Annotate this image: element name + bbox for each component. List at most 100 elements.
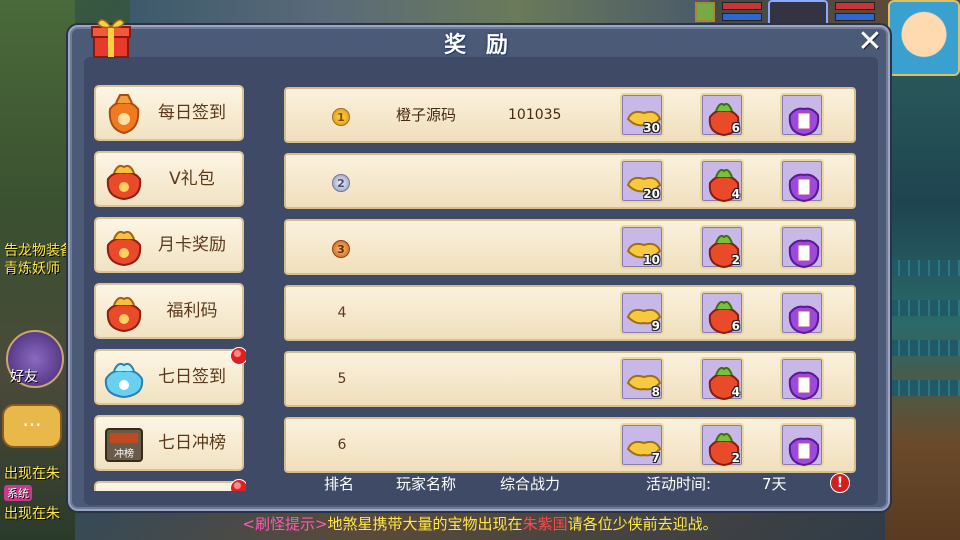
reward-item-slot[interactable]: 2: [700, 423, 744, 467]
reward-item-slot[interactable]: 7: [620, 423, 664, 467]
orange-bag-icon: [108, 94, 140, 135]
player-avatar[interactable]: [888, 0, 960, 76]
player-power: 101035: [508, 107, 562, 123]
reward-category-sidebar: 每日签到 V礼包 月卡奖励 福利码 七日签到 冲榜 七日冲榜: [94, 55, 246, 491]
reward-item-slot[interactable]: 6: [700, 93, 744, 137]
item-count: 30: [643, 121, 660, 135]
mp-bar: [835, 13, 875, 21]
reward-item-slot[interactable]: 10: [620, 225, 664, 269]
scene-right-edge: [885, 60, 960, 540]
item-count: 9: [651, 319, 660, 333]
hp-bar: [835, 2, 875, 10]
reward-item-slot[interactable]: [780, 225, 824, 269]
ranking-chest-label: 冲榜: [114, 447, 134, 460]
item-count: 2: [731, 451, 740, 465]
item-count: 4: [731, 187, 740, 201]
sidebar-item-monthly-card[interactable]: 月卡奖励: [94, 217, 244, 273]
sidebar-item-vip-pack[interactable]: V礼包: [94, 151, 244, 207]
roof-tile-decoration: [890, 340, 960, 356]
reward-item-slot[interactable]: [780, 291, 824, 335]
rank-medal-gold: 1: [332, 108, 350, 126]
player-name: 橙子源码: [396, 106, 457, 124]
info-warning-icon[interactable]: !: [830, 473, 850, 493]
chat-line: 出现在朱: [4, 466, 60, 482]
minimap-toggle-button[interactable]: [695, 2, 715, 22]
rank-number: 4: [337, 305, 347, 321]
item-count: 10: [643, 253, 660, 267]
left-scene-text: 青炼妖师: [4, 261, 60, 277]
sidebar-item-label: 七日签到: [158, 367, 226, 387]
reward-item-slot[interactable]: [780, 159, 824, 203]
reward-dialog: 奖 励 ✕ 每日签到 V礼包 月卡奖励 福利码 七日签到 冲榜 七日冲榜 1 橙…: [68, 25, 890, 511]
broadcast-location-link[interactable]: 朱紫国: [523, 515, 568, 533]
rank-number: 5: [337, 371, 347, 387]
ranking-chest-icon: 冲榜: [105, 428, 143, 462]
rank-medal-bronze: 3: [332, 240, 350, 258]
reward-item-slot[interactable]: 4: [700, 357, 744, 401]
sidebar-item-label: 福利码: [166, 301, 218, 321]
ranking-row: 2 20 4: [284, 153, 856, 209]
ranking-row: 1 橙子源码 101035 30 6: [284, 87, 856, 143]
purple-scroll-bag-icon: [788, 371, 820, 401]
broadcast-text: 地煞星携带大量的宝物出现在: [327, 515, 523, 533]
player-status-bars: [835, 2, 875, 24]
sidebar-item-label: V礼包: [169, 169, 215, 189]
ranking-footer: 排名 玩家名称 综合战力 活动时间: 7天 !: [70, 469, 888, 497]
mp-bar: [722, 13, 762, 21]
reward-item-slot[interactable]: [780, 93, 824, 137]
rank-number: 6: [337, 437, 347, 453]
activity-time-value: 7天: [762, 475, 787, 493]
gift-bag-icon: [106, 230, 142, 267]
reward-item-slot[interactable]: 2: [700, 225, 744, 269]
sidebar-item-label: 月卡奖励: [158, 235, 226, 255]
reward-item-slot[interactable]: [780, 357, 824, 401]
broadcast-text: 请各位少侠前去迎战。: [567, 515, 718, 533]
notification-badge: [230, 347, 246, 365]
friends-button-label: 好友: [10, 369, 38, 385]
sidebar-item-seven-day-ranking[interactable]: 冲榜 七日冲榜: [94, 415, 244, 471]
ranking-row: 6 7 2: [284, 417, 856, 473]
sidebar-item-seven-day-signin[interactable]: 七日签到: [94, 347, 246, 405]
item-count: 4: [731, 385, 740, 399]
left-scene-text: 告龙物装备: [4, 243, 74, 259]
ranking-row: 4 9 6: [284, 285, 856, 341]
column-player-name: 玩家名称: [396, 475, 457, 493]
scene-top-edge: [130, 0, 710, 26]
close-button[interactable]: ✕: [854, 27, 886, 57]
item-count: 8: [651, 385, 660, 399]
reward-item-slot[interactable]: 20: [620, 159, 664, 203]
broadcast-tag: <刷怪提示>: [242, 515, 328, 533]
reward-item-slot[interactable]: [780, 423, 824, 467]
item-count: 7: [651, 451, 660, 465]
roof-tile-decoration: [890, 380, 960, 396]
roof-tile-decoration: [890, 260, 960, 276]
purple-scroll-bag-icon: [788, 437, 820, 467]
ranking-row: 3 10 2: [284, 219, 856, 275]
reward-item-slot[interactable]: 8: [620, 357, 664, 401]
rank-medal-silver: 2: [332, 174, 350, 192]
purple-scroll-bag-icon: [788, 239, 820, 269]
reward-item-slot[interactable]: 30: [620, 93, 664, 137]
system-channel-tag: 系统: [4, 485, 32, 501]
gift-box-icon: [91, 19, 131, 58]
sidebar-item-label: 每日签到: [158, 103, 226, 123]
target-status-bars: [722, 2, 762, 24]
sidebar-item-daily-signin[interactable]: 每日签到: [94, 85, 244, 141]
system-broadcast-message: <刷怪提示>地煞星携带大量的宝物出现在朱紫国请各位少侠前去迎战。: [0, 512, 960, 536]
item-count: 6: [731, 121, 740, 135]
column-combat-power: 综合战力: [500, 475, 561, 493]
item-count: 20: [643, 187, 660, 201]
blue-bag-icon: [104, 362, 144, 399]
reward-item-slot[interactable]: 9: [620, 291, 664, 335]
purple-scroll-bag-icon: [788, 107, 820, 137]
reward-item-slot[interactable]: 4: [700, 159, 744, 203]
reward-item-slot[interactable]: 6: [700, 291, 744, 335]
item-count: 2: [731, 253, 740, 267]
ranking-row: 5 8 4: [284, 351, 856, 407]
sidebar-item-welfare-code[interactable]: 福利码: [94, 283, 244, 339]
chat-button[interactable]: ···: [2, 404, 62, 448]
gift-bag-icon: [106, 164, 142, 201]
sidebar-item-label: 七日冲榜: [158, 433, 226, 453]
activity-time-label: 活动时间:: [646, 475, 712, 493]
column-rank: 排名: [324, 475, 355, 493]
